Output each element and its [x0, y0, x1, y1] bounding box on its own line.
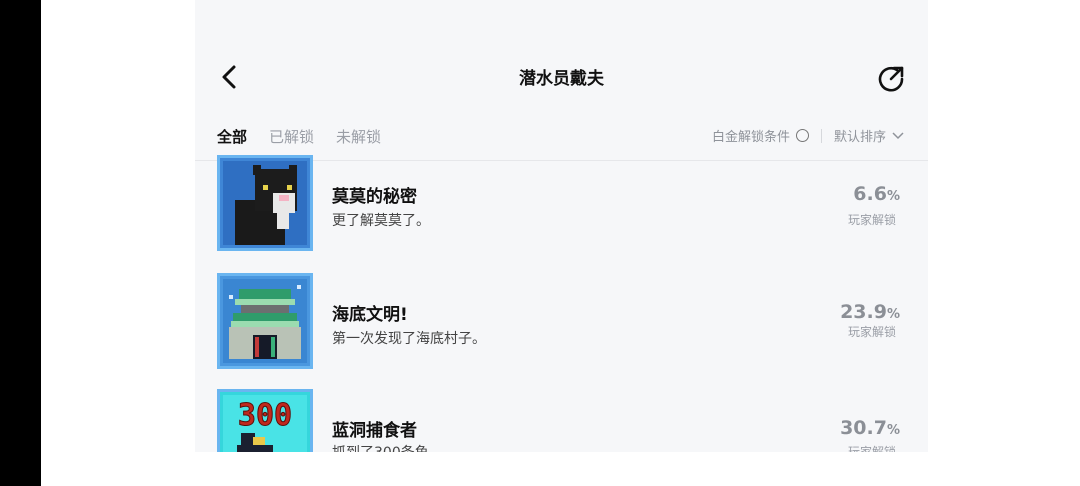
achievement-name: 莫莫的秘密 [332, 187, 417, 207]
percent-label: 玩家解锁 [847, 213, 896, 227]
list-item[interactable]: 海底文明! 第一次发现了海底村子。 23.9% 玩家解锁 [195, 273, 928, 389]
percent-unit: % [886, 423, 900, 438]
percent-label: 玩家解锁 [847, 445, 896, 452]
percent-value: 23.9 [840, 301, 887, 323]
sort-label: 默认排序 [833, 130, 886, 145]
tab-unlocked[interactable]: 已解锁 [269, 126, 314, 147]
filter-bar: 白金解锁条件 默认排序 [712, 126, 904, 145]
share-icon[interactable] [875, 62, 907, 94]
cat-badge-icon [217, 155, 313, 251]
fish-300-badge-icon: 300 [217, 389, 313, 452]
tab-bar: 全部 已解锁 未解锁 [217, 126, 381, 147]
achievement-desc: 抓到了300条鱼 [332, 442, 429, 452]
platinum-filter-label: 白金解锁条件 [711, 130, 790, 145]
page-title: 潜水员戴夫 [519, 69, 604, 89]
percent-unit: % [886, 189, 900, 204]
badge-number: 300 [238, 398, 292, 433]
unlock-percent: 30.7% [840, 417, 900, 439]
percent-value: 6.6 [853, 183, 887, 205]
radio-icon [795, 129, 809, 142]
unlock-percent: 23.9% [840, 301, 900, 323]
unlock-percent: 6.6% [853, 183, 900, 205]
tab-all[interactable]: 全部 [217, 126, 247, 147]
sort-dropdown[interactable]: 默认排序 [834, 126, 904, 145]
filter-divider [820, 128, 822, 143]
achievement-desc: 更了解莫莫了。 [332, 213, 430, 229]
app-screen: 潜水员戴夫 全部 已解锁 未解锁 白金解锁条件 默认排序 莫莫的秘密 更了解莫莫… [195, 0, 928, 452]
platinum-filter[interactable]: 白金解锁条件 [712, 126, 809, 145]
achievement-name: 海底文明! [332, 305, 408, 325]
achievement-desc: 第一次发现了海底村子。 [332, 331, 486, 347]
chevron-down-icon [892, 131, 904, 139]
list-item[interactable]: 莫莫的秘密 更了解莫莫了。 6.6% 玩家解锁 [195, 155, 928, 271]
list-item[interactable]: 300 蓝洞捕食者 抓到了300条鱼 30.7% 玩家解锁 [195, 389, 928, 452]
temple-badge-icon [217, 273, 313, 369]
percent-value: 30.7 [840, 417, 887, 439]
tab-locked[interactable]: 未解锁 [336, 126, 381, 147]
percent-label: 玩家解锁 [847, 325, 896, 339]
header: 潜水员戴夫 全部 已解锁 未解锁 白金解锁条件 默认排序 [195, 0, 928, 160]
percent-unit: % [886, 307, 900, 322]
left-black-bar [0, 0, 41, 486]
achievement-name: 蓝洞捕食者 [332, 421, 417, 441]
